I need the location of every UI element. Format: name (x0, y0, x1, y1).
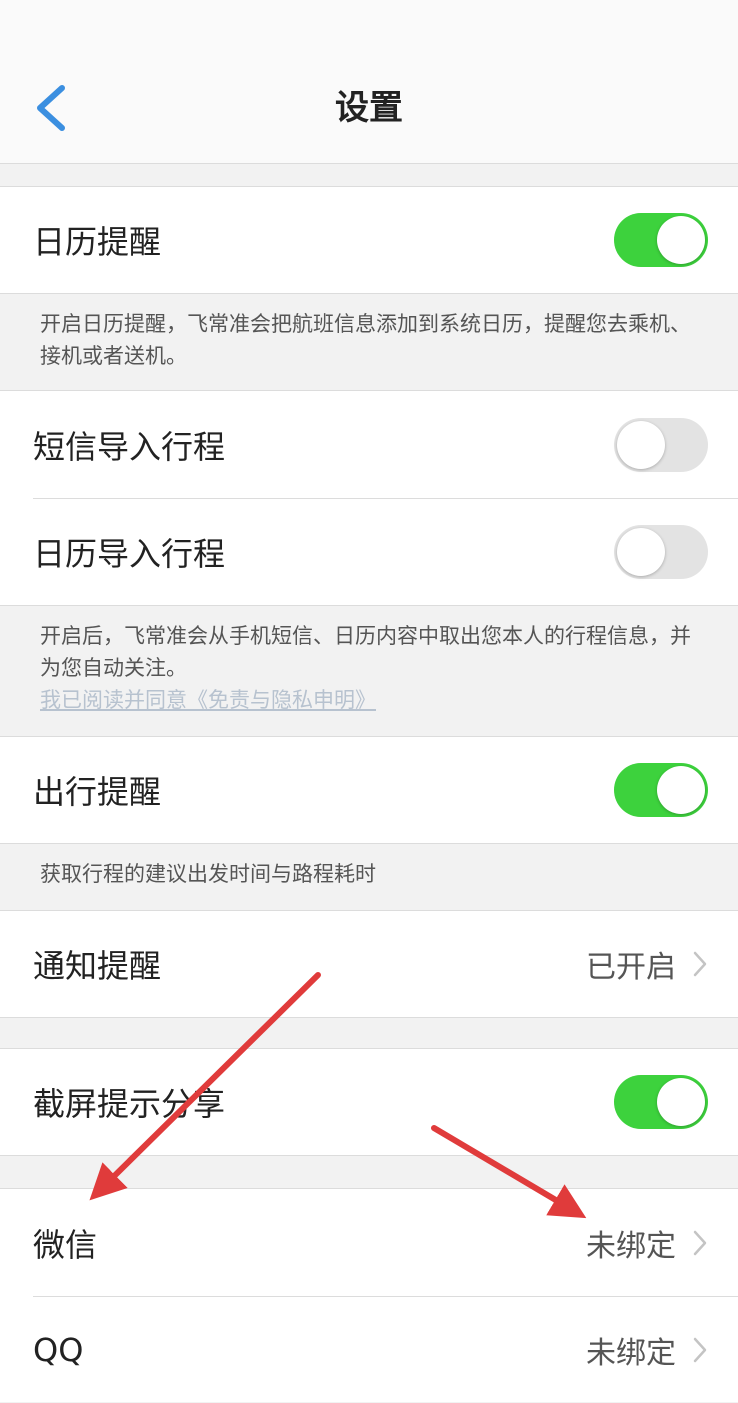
wechat-row[interactable]: 微信 未绑定 (0, 1189, 738, 1296)
travel-reminder-label: 出行提醒 (33, 773, 162, 811)
chevron-right-icon (693, 1337, 707, 1363)
navigation-bar: 设置 (0, 0, 738, 164)
travel-reminder-note: 获取行程的建议出发时间与路程耗时 (0, 846, 738, 910)
notification-status: 已开启 (586, 950, 676, 985)
notification-row[interactable]: 通知提醒 已开启 (0, 910, 738, 1018)
calendar-import-toggle[interactable] (614, 525, 708, 579)
sms-import-label: 短信导入行程 (33, 428, 226, 466)
qq-row[interactable]: QQ 未绑定 (0, 1297, 738, 1403)
sms-import-row: 短信导入行程 (0, 391, 738, 499)
screenshot-share-row: 截屏提示分享 (0, 1048, 738, 1156)
toggle-knob (617, 528, 665, 576)
calendar-reminder-row: 日历提醒 (0, 186, 738, 294)
toggle-knob (657, 766, 705, 814)
toggle-knob (617, 421, 665, 469)
calendar-import-label: 日历导入行程 (33, 535, 226, 573)
import-description: 开启后，飞常准会从手机短信、日历内容中取出您本人的行程信息，并为您自动关注。 (40, 624, 691, 680)
calendar-reminder-description: 开启日历提醒，飞常准会把航班信息添加到系统日历，提醒您去乘机、接机或者送机。 (40, 312, 691, 368)
privacy-agreement-link[interactable]: 我已阅读并同意《免责与隐私申明》 (40, 684, 698, 716)
travel-reminder-row: 出行提醒 (0, 736, 738, 844)
page-title: 设置 (335, 88, 403, 128)
toggle-knob (657, 216, 705, 264)
import-group: 短信导入行程 日历导入行程 (0, 390, 738, 606)
calendar-reminder-toggle[interactable] (614, 213, 708, 267)
import-note: 开启后，飞常准会从手机短信、日历内容中取出您本人的行程信息，并为您自动关注。 我… (0, 608, 738, 736)
screenshot-share-toggle[interactable] (614, 1075, 708, 1129)
calendar-reminder-note: 开启日历提醒，飞常准会把航班信息添加到系统日历，提醒您去乘机、接机或者送机。 (0, 296, 738, 390)
travel-reminder-description: 获取行程的建议出发时间与路程耗时 (40, 862, 376, 886)
chevron-right-icon (693, 951, 707, 977)
calendar-import-row: 日历导入行程 (0, 499, 738, 605)
wechat-binding-status: 未绑定 (586, 1228, 676, 1264)
qq-label: QQ (33, 1331, 84, 1369)
notification-label: 通知提醒 (33, 947, 162, 985)
chevron-right-icon (693, 1230, 707, 1255)
qq-binding-status: 未绑定 (586, 1336, 676, 1371)
screenshot-share-label: 截屏提示分享 (33, 1085, 226, 1123)
sms-import-toggle[interactable] (614, 418, 708, 472)
wechat-label: 微信 (33, 1225, 98, 1264)
toggle-knob (657, 1078, 705, 1126)
account-binding-group: 微信 未绑定 QQ 未绑定 (0, 1188, 738, 1402)
calendar-reminder-label: 日历提醒 (33, 223, 162, 261)
travel-reminder-toggle[interactable] (614, 763, 708, 817)
